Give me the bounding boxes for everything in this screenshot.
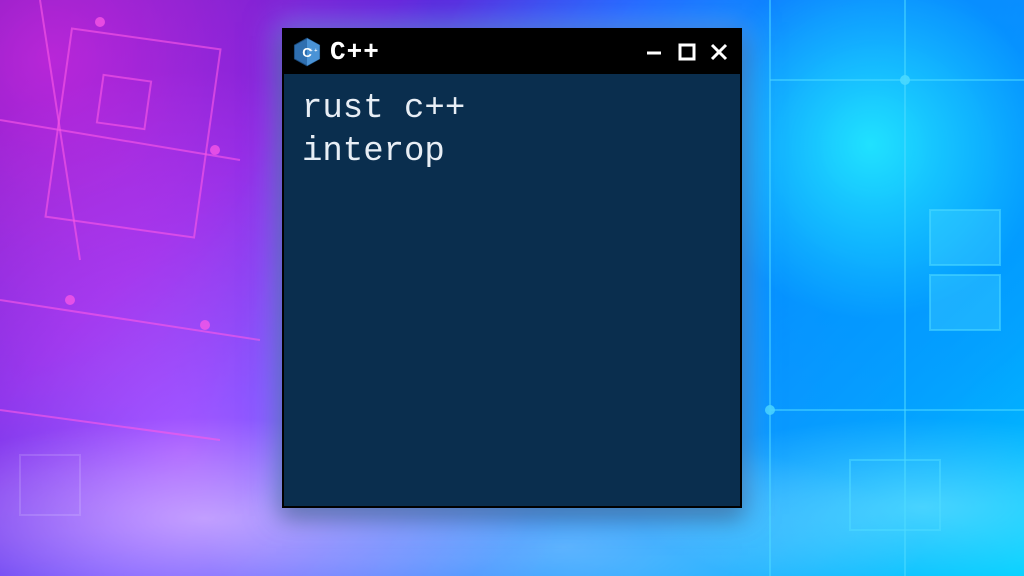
svg-text:+: + xyxy=(314,48,317,54)
close-button[interactable] xyxy=(708,41,730,63)
terminal-content[interactable]: rust c++ interop xyxy=(284,74,740,187)
maximize-button[interactable] xyxy=(676,41,698,63)
cpp-hex-icon: C + + xyxy=(292,37,322,67)
terminal-window: C + + C++ rust c++ interop xyxy=(282,28,742,508)
svg-text:+: + xyxy=(309,48,312,54)
window-controls xyxy=(644,41,730,63)
titlebar[interactable]: C + + C++ xyxy=(284,30,740,74)
minimize-button[interactable] xyxy=(644,41,666,63)
window-title: C++ xyxy=(330,37,380,67)
